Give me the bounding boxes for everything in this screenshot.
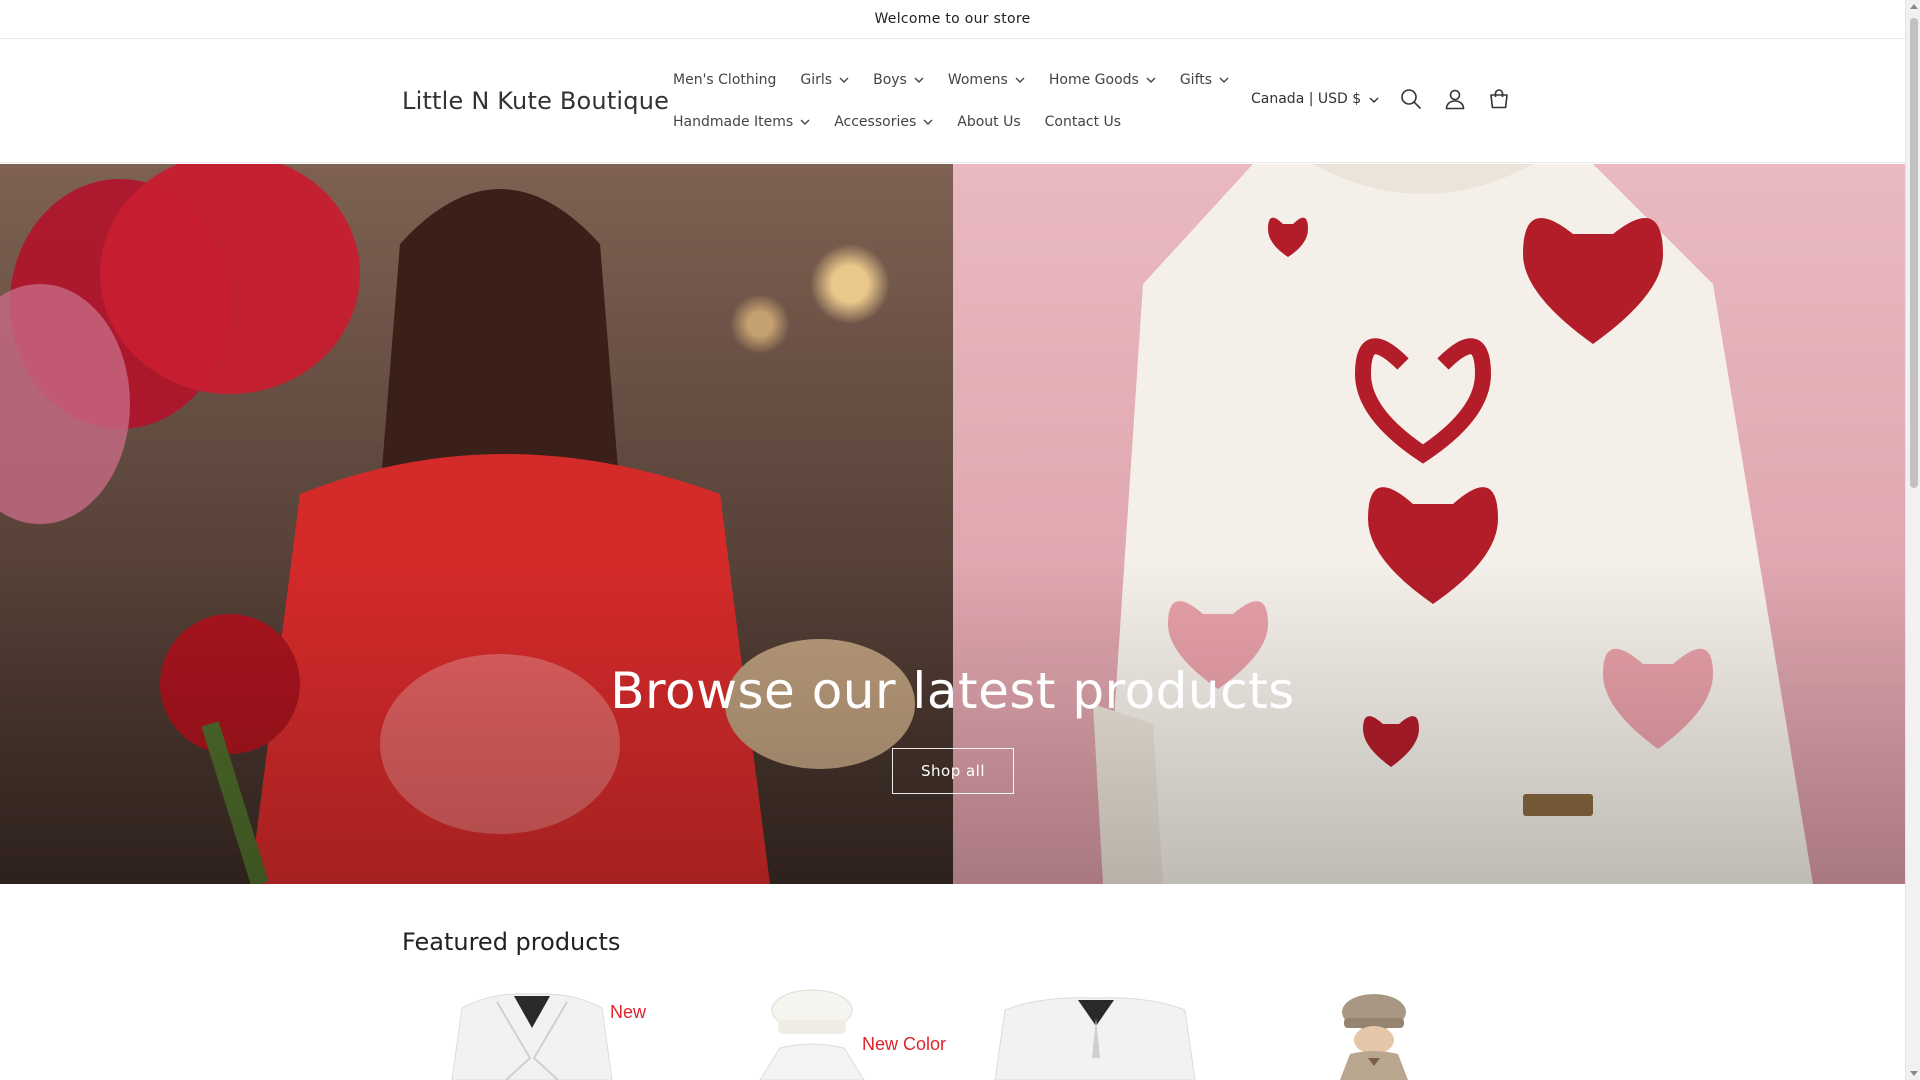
chevron-down-icon (1146, 77, 1156, 83)
chevron-down-icon (923, 119, 933, 125)
nav-label: Girls (800, 72, 833, 88)
nav-label: Accessories (834, 114, 917, 130)
nav-label: Men's Clothing (673, 72, 777, 88)
scroll-down-arrow-icon[interactable] (1910, 1071, 1918, 1076)
product-card[interactable]: New (402, 988, 662, 1080)
hero-heading: Browse our latest products (610, 662, 1295, 720)
nav-about-us[interactable]: About Us (945, 111, 1032, 133)
product-card[interactable] (960, 988, 1220, 1080)
nav-label: Contact Us (1044, 114, 1122, 130)
product-image-white-blazer (994, 997, 1196, 1080)
hero-banner: Browse our latest products Shop all (0, 164, 1905, 884)
product-card[interactable] (1240, 988, 1500, 1080)
header-tools: Canada | USD $ (1241, 85, 1521, 113)
nav-handmade-items[interactable]: Handmade Items (661, 111, 822, 133)
product-badge: New (610, 1002, 647, 1022)
nav-accessories[interactable]: Accessories (822, 111, 945, 133)
store-logo[interactable]: Little N Kute Boutique (402, 87, 669, 115)
product-badge: New Color (862, 1034, 947, 1054)
chevron-down-icon (839, 77, 849, 83)
announcement-text: Welcome to our store (874, 11, 1031, 27)
shop-all-button[interactable]: Shop all (892, 748, 1014, 794)
product-card[interactable]: New Color (700, 988, 960, 1080)
scrollbar-thumb[interactable] (1910, 18, 1918, 488)
nav-label: About Us (957, 114, 1021, 130)
nav-label: Gifts (1179, 72, 1213, 88)
featured-products-heading: Featured products (402, 928, 621, 956)
nav-home-goods[interactable]: Home Goods (1037, 69, 1168, 91)
search-icon[interactable] (1389, 77, 1433, 121)
chevron-down-icon (1219, 77, 1229, 83)
chevron-down-icon (914, 77, 924, 83)
main-nav-row-1: Men's Clothing Girls Boys Womens Home Go… (661, 69, 1241, 91)
cart-icon[interactable] (1477, 77, 1521, 121)
account-icon[interactable] (1433, 77, 1477, 121)
nav-label: Womens (947, 72, 1008, 88)
scroll-up-arrow-icon[interactable] (1910, 4, 1918, 9)
currency-selector[interactable]: Canada | USD $ (1241, 91, 1389, 107)
page-scrollbar[interactable] (1905, 0, 1920, 1080)
chevron-down-icon (800, 119, 810, 125)
nav-womens[interactable]: Womens (936, 69, 1037, 91)
nav-mens-clothing[interactable]: Men's Clothing (661, 69, 788, 91)
main-nav-row-2: Handmade Items Accessories About Us Cont… (661, 111, 1133, 133)
nav-label: Handmade Items (673, 114, 794, 130)
nav-label: Boys (873, 72, 907, 88)
chevron-down-icon (1015, 77, 1025, 83)
chevron-down-icon (1369, 91, 1379, 107)
site-header: Little N Kute Boutique Men's Clothing Gi… (0, 39, 1905, 163)
nav-label: Home Goods (1048, 72, 1139, 88)
nav-girls[interactable]: Girls (788, 69, 861, 91)
nav-boys[interactable]: Boys (861, 69, 936, 91)
product-image-newsboy-outfit (1340, 994, 1408, 1080)
nav-gifts[interactable]: Gifts (1168, 69, 1241, 91)
currency-label: Canada | USD $ (1251, 91, 1362, 107)
announcement-bar: Welcome to our store (0, 0, 1905, 39)
nav-contact-us[interactable]: Contact Us (1033, 111, 1133, 133)
